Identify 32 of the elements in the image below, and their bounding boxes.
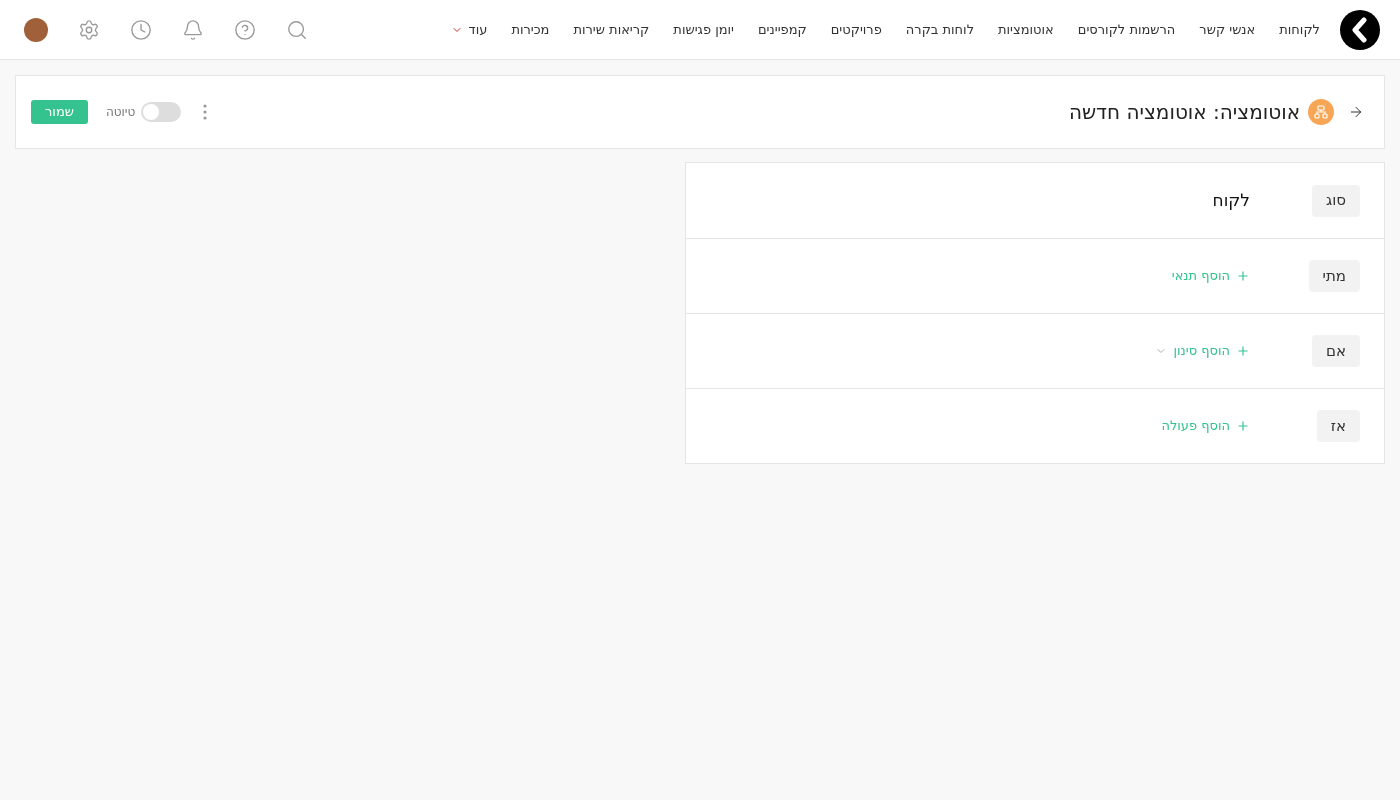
nav-link[interactable]: לוחות בקרה xyxy=(905,19,975,40)
row-label: אם xyxy=(1312,335,1360,367)
nav-link[interactable]: קריאות שירות xyxy=(573,19,650,40)
plus-icon xyxy=(1236,269,1250,283)
nav-link[interactable]: יומן פגישות xyxy=(673,19,734,40)
plus-icon xyxy=(1236,344,1250,358)
bell-icon[interactable] xyxy=(182,18,204,41)
row-label: סוג xyxy=(1312,184,1360,217)
nav-link[interactable]: פרויקטים xyxy=(830,19,882,40)
draft-label: טיוטה xyxy=(105,104,136,121)
plus-icon xyxy=(1236,419,1250,433)
clock-icon[interactable] xyxy=(130,18,152,41)
logo-icon[interactable] xyxy=(1340,9,1380,50)
nav-link[interactable]: קמפיינים xyxy=(758,19,807,40)
nav-link[interactable]: הרשמות לקורסים xyxy=(1077,19,1176,40)
more-menu[interactable]: עוד xyxy=(450,19,488,40)
nav-link[interactable]: מכירות xyxy=(511,19,550,40)
page-title: אוטומציה: אוטומציה חדשה xyxy=(1068,99,1300,126)
more-options-icon[interactable] xyxy=(203,104,208,120)
help-icon[interactable] xyxy=(234,18,256,41)
row-label: מתי xyxy=(1308,260,1360,292)
settings-icon[interactable] xyxy=(78,18,100,41)
nav-link[interactable]: לקוחות xyxy=(1279,19,1320,40)
search-icon[interactable] xyxy=(286,18,308,41)
type-value: לקוח xyxy=(1212,188,1250,212)
nav-link[interactable]: אוטומציות xyxy=(998,19,1054,40)
nav-link[interactable]: אנשי קשר xyxy=(1199,19,1256,40)
draft-toggle[interactable] xyxy=(141,102,182,122)
avatar[interactable] xyxy=(24,17,48,42)
automation-icon xyxy=(1308,99,1334,125)
row-label: אז xyxy=(1316,410,1360,442)
back-arrow-icon[interactable] xyxy=(1348,104,1364,120)
